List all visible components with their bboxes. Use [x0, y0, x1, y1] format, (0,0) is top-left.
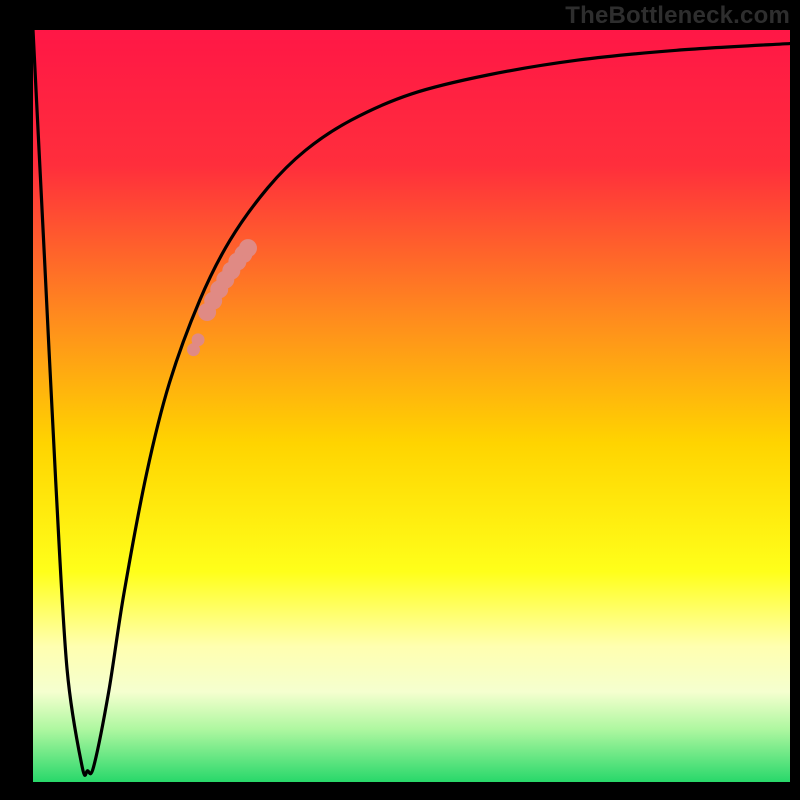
highlight-dot: [192, 333, 205, 346]
bottleneck-chart: [0, 0, 800, 800]
highlight-dot: [239, 239, 257, 257]
plot-area: [33, 30, 790, 782]
chart-frame: TheBottleneck.com: [0, 0, 800, 800]
watermark-text: TheBottleneck.com: [565, 2, 790, 30]
